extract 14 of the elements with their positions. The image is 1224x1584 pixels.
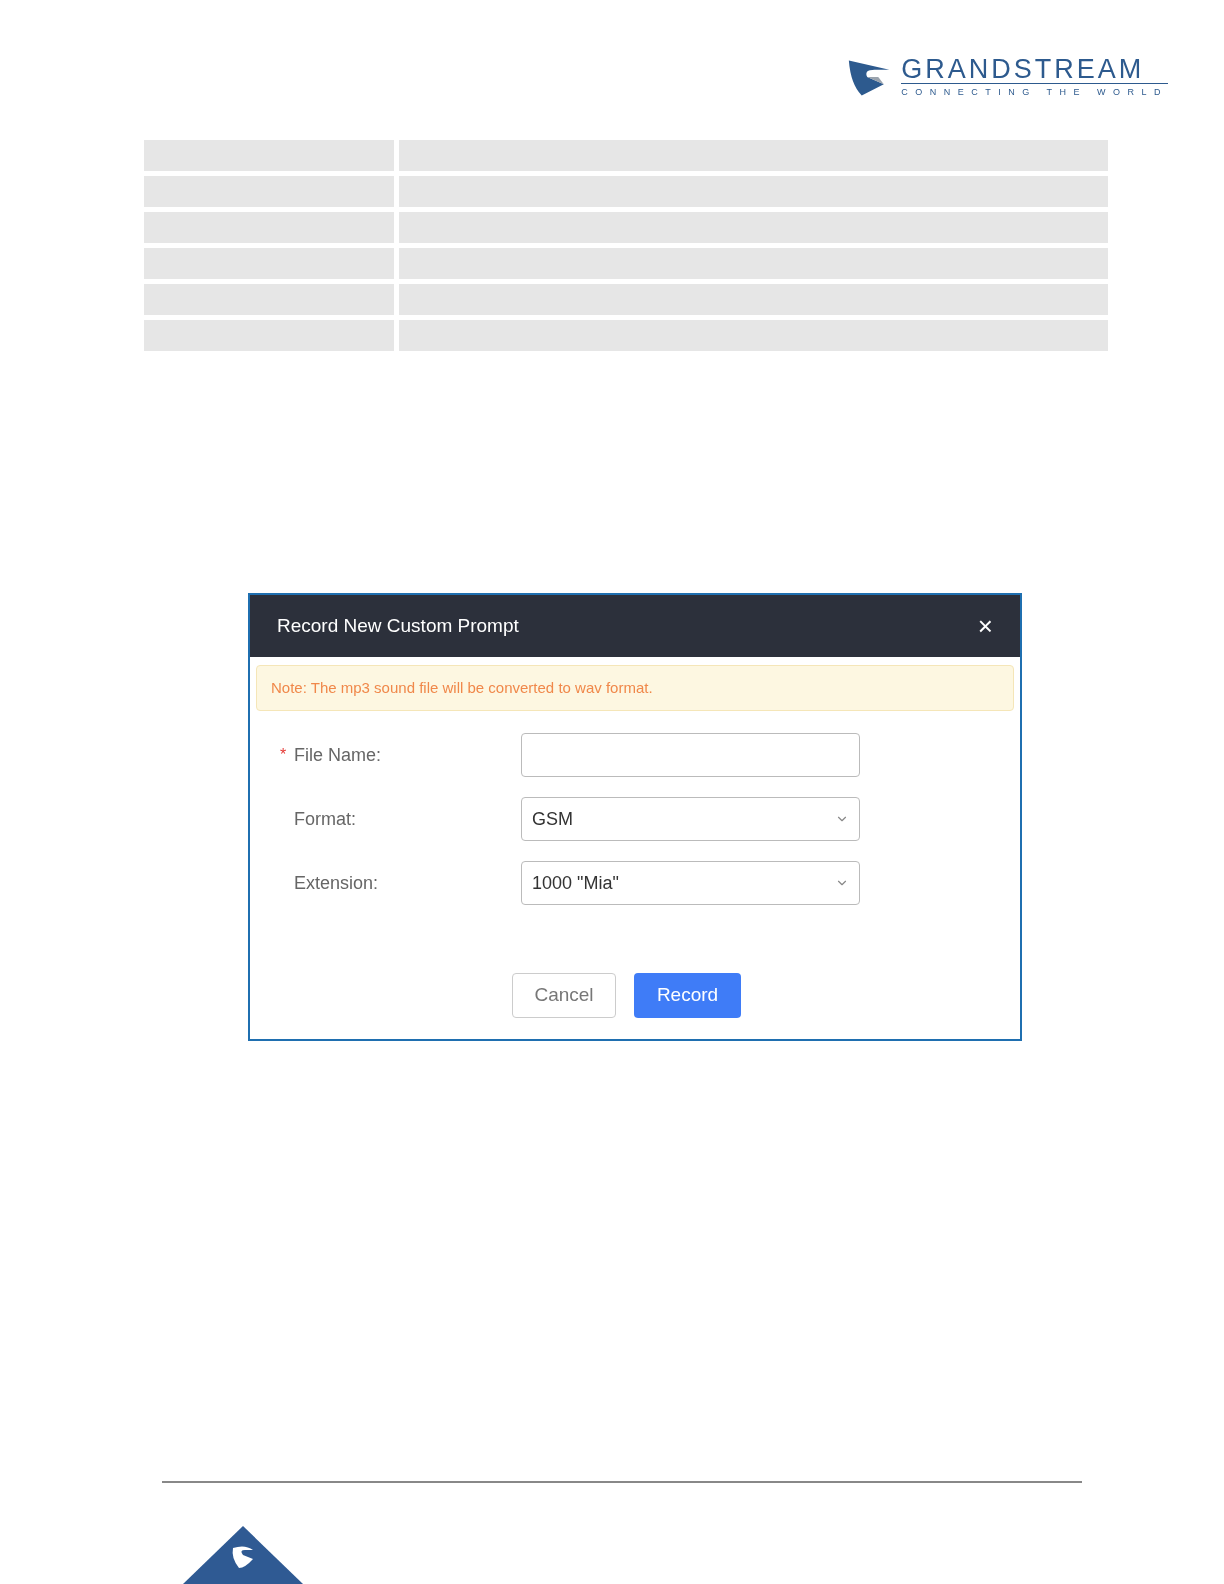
close-button[interactable]: × <box>977 613 993 639</box>
cancel-button[interactable]: Cancel <box>512 973 616 1018</box>
field-label: Format: <box>294 807 356 831</box>
brand-tagline: CONNECTING THE WORLD <box>901 83 1168 98</box>
brand-name: GRANDSTREAM <box>901 55 1146 83</box>
input-field[interactable] <box>521 733 860 777</box>
select-field[interactable]: 1000 "Mia" <box>521 861 860 905</box>
field-label: File Name: <box>294 743 382 767</box>
required-icon: * <box>280 746 287 763</box>
record-button[interactable]: Record <box>634 973 741 1018</box>
field-label: Extension: <box>294 871 379 895</box>
dialog-title: Record New Custom Prompt <box>277 613 519 638</box>
select-field[interactable]: GSM <box>521 797 860 841</box>
note-text: Note: The mp3 sound file will be converted to wav format. <box>271 677 653 698</box>
